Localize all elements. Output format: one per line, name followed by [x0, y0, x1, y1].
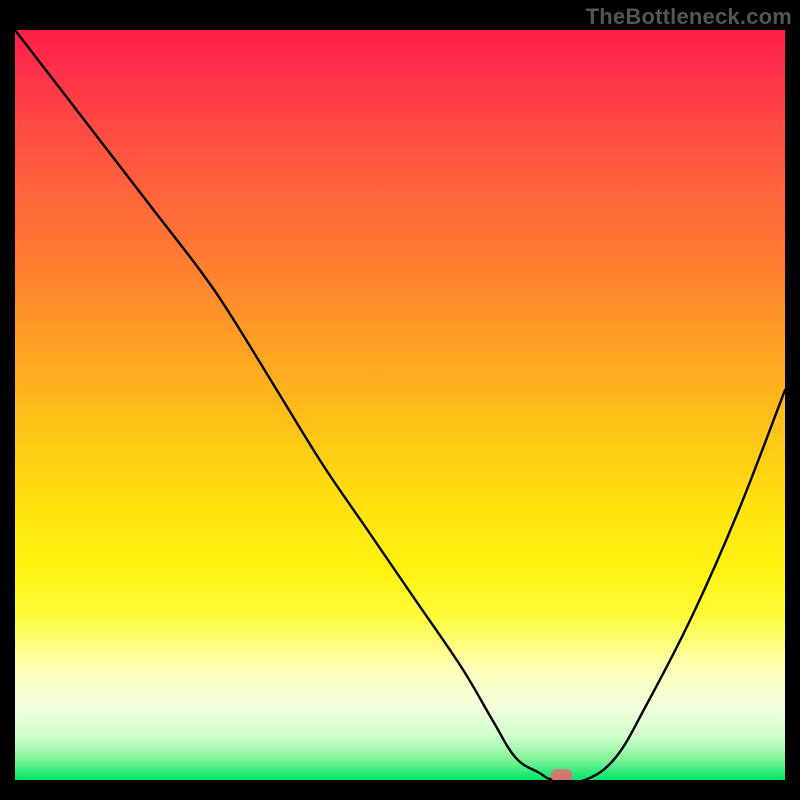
watermark-text: TheBottleneck.com — [586, 4, 792, 30]
optimum-marker — [551, 769, 573, 780]
curve-svg — [15, 30, 785, 780]
plot-area — [15, 30, 785, 780]
chart-frame: TheBottleneck.com — [0, 0, 800, 800]
bottleneck-curve — [15, 30, 785, 780]
